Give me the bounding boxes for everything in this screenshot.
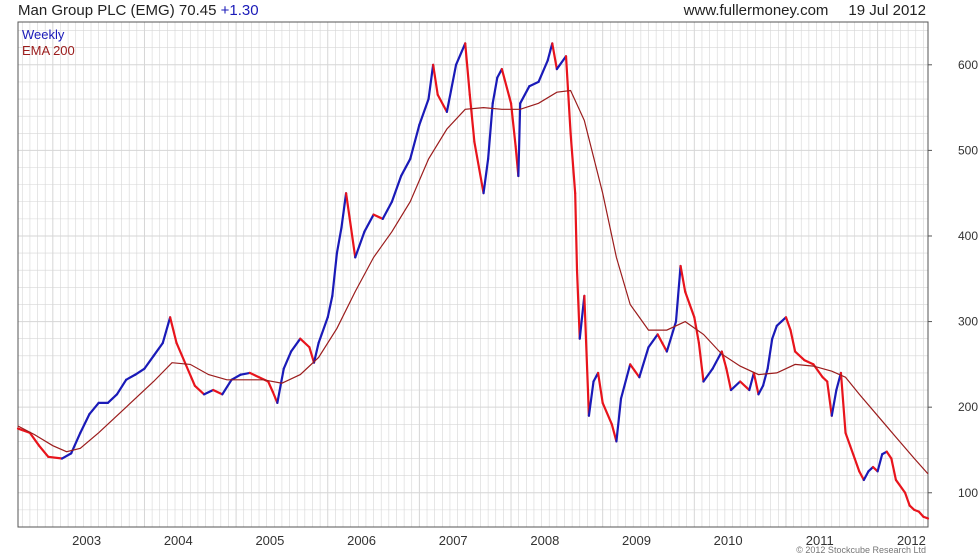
weekly-price-segment xyxy=(784,316,792,332)
weekly-price-segment xyxy=(596,371,604,404)
weekly-price-segment xyxy=(849,444,856,460)
weekly-price-segment xyxy=(922,515,930,520)
weekly-price-segment xyxy=(876,453,884,473)
weekly-price-segment xyxy=(519,85,531,105)
weekly-price-segment xyxy=(766,337,774,370)
weekly-price-segment xyxy=(839,371,847,434)
y-tick-label: 600 xyxy=(958,58,978,72)
weekly-price-segment xyxy=(684,290,691,306)
weekly-price-segment xyxy=(335,226,343,255)
y-tick-label: 200 xyxy=(958,400,978,414)
x-tick-label: 2004 xyxy=(164,533,193,548)
y-tick-label: 300 xyxy=(958,315,978,329)
weekly-price-segment xyxy=(688,303,696,319)
x-tick-label: 2007 xyxy=(439,533,468,548)
weekly-price-segment xyxy=(125,373,137,381)
weekly-price-segment xyxy=(752,371,760,396)
weekly-price-segment xyxy=(468,93,476,143)
weekly-price-segment xyxy=(569,132,577,195)
x-tick-label: 2003 xyxy=(72,533,101,548)
weekly-price-segment xyxy=(326,294,334,319)
y-tick-label: 100 xyxy=(958,486,978,500)
weekly-price-segment xyxy=(106,393,119,404)
weekly-price-segment xyxy=(221,378,233,396)
weekly-price-segment xyxy=(152,341,164,357)
x-tick-label: 2008 xyxy=(530,533,559,548)
weekly-price-segment xyxy=(853,457,861,473)
weekly-price-segment xyxy=(826,380,833,417)
y-tick-label: 400 xyxy=(958,229,978,243)
weekly-price-segment xyxy=(885,450,893,460)
weekly-price-segment xyxy=(546,42,554,62)
weekly-price-segment xyxy=(491,76,499,105)
weekly-price-segment xyxy=(289,337,302,353)
weekly-price-segment xyxy=(748,371,755,392)
x-tick-label: 2006 xyxy=(347,533,376,548)
weekly-price-segment xyxy=(445,63,458,113)
weekly-price-segment xyxy=(702,367,714,383)
weekly-price-segment xyxy=(615,397,623,443)
weekly-price-segment xyxy=(564,55,572,135)
legend-ema: EMA 200 xyxy=(22,43,75,58)
weekly-price-segment xyxy=(432,63,439,96)
weekly-price-segment xyxy=(308,346,316,364)
copyright-notice: © 2012 Stockcube Research Ltd xyxy=(796,545,926,555)
weekly-price-segment xyxy=(789,329,797,353)
price-chart: 100 200 300 400 500 600 2003 2004 2005 2006 2007 20… xyxy=(16,21,978,548)
weekly-price-segment xyxy=(844,431,852,447)
legend-weekly: Weekly xyxy=(22,27,65,42)
weekly-price-segment xyxy=(60,452,73,460)
weekly-price-segment xyxy=(482,157,490,195)
weekly-price-segment xyxy=(587,380,595,417)
x-tick-label: 2009 xyxy=(622,533,651,548)
weekly-price-segment xyxy=(464,42,471,96)
weekly-price-segment xyxy=(771,324,778,340)
weekly-price-segment xyxy=(37,444,50,458)
weekly-price-segment xyxy=(175,341,187,366)
weekly-price-segment xyxy=(890,457,898,482)
weekly-price-segment xyxy=(830,388,838,417)
weekly-price-segment xyxy=(725,367,733,392)
weekly-price-segment xyxy=(575,269,581,340)
weekly-price-segment xyxy=(282,350,293,370)
weekly-price-segment xyxy=(761,367,769,387)
weekly-price-segment xyxy=(537,59,549,84)
weekly-price-segment xyxy=(574,192,579,272)
weekly-price-segment xyxy=(697,341,705,383)
y-tick-label: 500 xyxy=(958,143,978,157)
weekly-price-segment xyxy=(79,412,91,434)
weekly-price-segment xyxy=(629,363,641,379)
weekly-price-segment xyxy=(381,200,393,220)
weekly-price-segment xyxy=(674,264,682,323)
weekly-price-segment xyxy=(679,264,687,293)
weekly-price-segment xyxy=(340,192,348,229)
weekly-price-segment xyxy=(276,367,285,404)
x-tick-label: 2005 xyxy=(255,533,284,548)
x-tick-label: 2010 xyxy=(714,533,743,548)
weekly-price-segment xyxy=(331,252,339,297)
weekly-price-segment xyxy=(903,491,911,507)
